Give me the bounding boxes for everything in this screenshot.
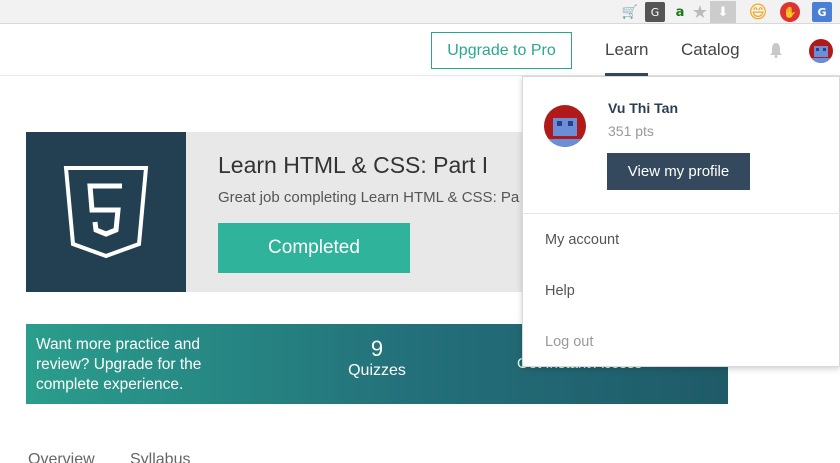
html5-shield-icon	[63, 166, 149, 259]
menu-item-help[interactable]: Help	[545, 283, 575, 299]
adblock-extension-icon[interactable]: ✋	[780, 2, 800, 22]
course-icon-tile[interactable]	[26, 132, 186, 292]
user-avatar-button[interactable]	[809, 39, 833, 63]
google-translate-extension-icon[interactable]: G	[812, 2, 832, 22]
course-subtitle: Great job completing Learn HTML & CSS: P…	[218, 189, 520, 206]
nav-learn-link[interactable]: Learn	[605, 25, 649, 76]
browser-extension-bar: 🛒 G a ★ ⬇ 😄 ✋ G	[0, 0, 840, 24]
tab-syllabus[interactable]: Syllabus	[130, 451, 190, 463]
course-title[interactable]: Learn HTML & CSS: Part I	[218, 152, 488, 179]
translate-extension-icon[interactable]: G	[645, 2, 665, 22]
bookmark-star-icon[interactable]: ★	[690, 2, 710, 23]
amazon-extension-icon[interactable]: a	[670, 2, 690, 22]
user-name: Vu Thi Tan	[608, 100, 678, 116]
completed-button[interactable]: Completed	[218, 223, 410, 273]
dropdown-divider	[523, 213, 840, 214]
avatar-image	[809, 39, 833, 63]
download-extension-icon[interactable]: ⬇	[710, 1, 736, 23]
upgrade-to-pro-button[interactable]: Upgrade to Pro	[431, 32, 572, 69]
notification-bell-icon[interactable]	[768, 42, 784, 58]
view-profile-button[interactable]: View my profile	[607, 153, 750, 190]
app-header: Upgrade to Pro Learn Catalog	[0, 25, 840, 76]
user-points: 351 pts	[608, 123, 654, 139]
emoji-extension-icon[interactable]: 😄	[748, 2, 768, 23]
quiz-count: 9	[370, 336, 384, 361]
shopping-cart-extension-icon[interactable]: 🛒	[620, 2, 640, 22]
user-menu-dropdown: Vu Thi Tan 351 pts View my profile My ac…	[522, 76, 840, 367]
page-root: 🛒 G a ★ ⬇ 😄 ✋ G Upgrade to Pro Learn Cat…	[0, 0, 840, 463]
nav-catalog-link[interactable]: Catalog	[681, 25, 740, 75]
quiz-label: Quizzes	[348, 362, 406, 379]
tab-overview[interactable]: Overview	[28, 451, 95, 463]
promo-text: Want more practice and review? Upgrade f…	[36, 336, 202, 393]
dropdown-avatar	[544, 105, 586, 147]
menu-item-log-out[interactable]: Log out	[545, 334, 593, 350]
menu-item-my-account[interactable]: My account	[545, 232, 619, 248]
